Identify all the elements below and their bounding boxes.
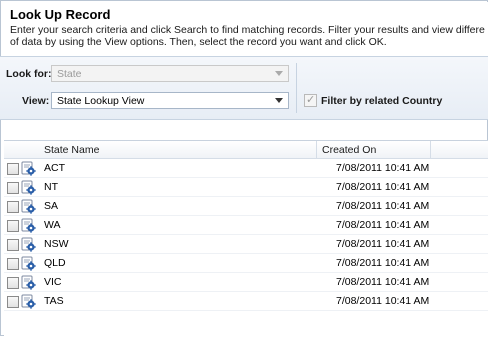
created-on-cell: 7/08/2011 10:41 AM xyxy=(336,181,430,193)
look-for-label: Look for: xyxy=(6,68,52,80)
record-gear-icon xyxy=(21,237,36,252)
created-on-cell: 7/08/2011 10:41 AM xyxy=(336,200,430,212)
table-row[interactable]: NT 7/08/2011 10:41 AM xyxy=(4,178,488,197)
description-line-2: of data by using the View options. Then,… xyxy=(10,36,387,48)
table-row[interactable]: TAS 7/08/2011 10:41 AM xyxy=(4,292,488,311)
row-checkbox[interactable] xyxy=(7,163,19,175)
state-name-cell[interactable]: NT xyxy=(44,181,58,193)
record-gear-icon xyxy=(21,256,36,271)
row-divider xyxy=(4,310,488,311)
row-checkbox[interactable] xyxy=(7,239,19,251)
table-row[interactable]: ACT 7/08/2011 10:41 AM xyxy=(4,159,488,178)
state-name-cell[interactable]: VIC xyxy=(44,276,62,288)
description-line-1: Enter your search criteria and click Sea… xyxy=(10,24,485,36)
chevron-down-icon xyxy=(275,98,283,103)
chevron-down-icon xyxy=(275,71,283,76)
look-for-value: State xyxy=(57,68,82,80)
record-gear-icon xyxy=(21,275,36,290)
record-gear-icon xyxy=(21,294,36,309)
column-divider[interactable] xyxy=(316,141,317,158)
table-row[interactable]: WA 7/08/2011 10:41 AM xyxy=(4,216,488,235)
created-on-cell: 7/08/2011 10:41 AM xyxy=(336,276,430,288)
check-icon: ✓ xyxy=(306,93,316,106)
row-checkbox[interactable] xyxy=(7,258,19,270)
column-divider[interactable] xyxy=(430,141,431,158)
dialog-header: Look Up Record Enter your search criteri… xyxy=(2,2,488,56)
row-checkbox[interactable] xyxy=(7,220,19,232)
search-criteria-panel: Look for: State View: State Lookup View … xyxy=(0,56,488,120)
state-name-cell[interactable]: NSW xyxy=(44,238,69,250)
column-header-created-on[interactable]: Created On xyxy=(322,144,376,156)
table-row[interactable]: VIC 7/08/2011 10:41 AM xyxy=(4,273,488,292)
created-on-cell: 7/08/2011 10:41 AM xyxy=(336,238,430,250)
record-gear-icon xyxy=(21,199,36,214)
record-gear-icon xyxy=(21,161,36,176)
created-on-cell: 7/08/2011 10:41 AM xyxy=(336,295,430,307)
created-on-cell: 7/08/2011 10:41 AM xyxy=(336,162,430,174)
dialog-title: Look Up Record xyxy=(10,7,111,22)
state-name-cell[interactable]: SA xyxy=(44,200,58,212)
look-for-select[interactable]: State xyxy=(51,65,289,82)
column-header-state-name[interactable]: State Name xyxy=(44,144,99,156)
table-row[interactable]: NSW 7/08/2011 10:41 AM xyxy=(4,235,488,254)
state-name-cell[interactable]: ACT xyxy=(44,162,65,174)
state-name-cell[interactable]: QLD xyxy=(44,257,66,269)
view-select[interactable]: State Lookup View xyxy=(51,92,289,109)
row-checkbox[interactable] xyxy=(7,296,19,308)
row-checkbox[interactable] xyxy=(7,182,19,194)
created-on-cell: 7/08/2011 10:41 AM xyxy=(336,257,430,269)
record-gear-icon xyxy=(21,180,36,195)
grid-header: State Name Created On xyxy=(4,141,488,159)
dialog-description: Enter your search criteria and click Sea… xyxy=(10,24,488,48)
state-name-cell[interactable]: TAS xyxy=(44,295,64,307)
view-value: State Lookup View xyxy=(57,95,145,107)
created-on-cell: 7/08/2011 10:41 AM xyxy=(336,219,430,231)
table-row[interactable]: QLD 7/08/2011 10:41 AM xyxy=(4,254,488,273)
view-label: View: xyxy=(22,95,50,107)
criteria-divider xyxy=(296,63,297,113)
state-name-cell[interactable]: WA xyxy=(44,219,61,231)
filter-checkbox[interactable]: ✓ xyxy=(304,93,317,107)
row-checkbox[interactable] xyxy=(7,277,19,289)
row-checkbox[interactable] xyxy=(7,201,19,213)
record-gear-icon xyxy=(21,218,36,233)
table-row[interactable]: SA 7/08/2011 10:41 AM xyxy=(4,197,488,216)
filter-label: Filter by related Country xyxy=(321,95,443,107)
results-grid: State Name Created On ACT 7/08/2011 10:41… xyxy=(4,140,488,337)
